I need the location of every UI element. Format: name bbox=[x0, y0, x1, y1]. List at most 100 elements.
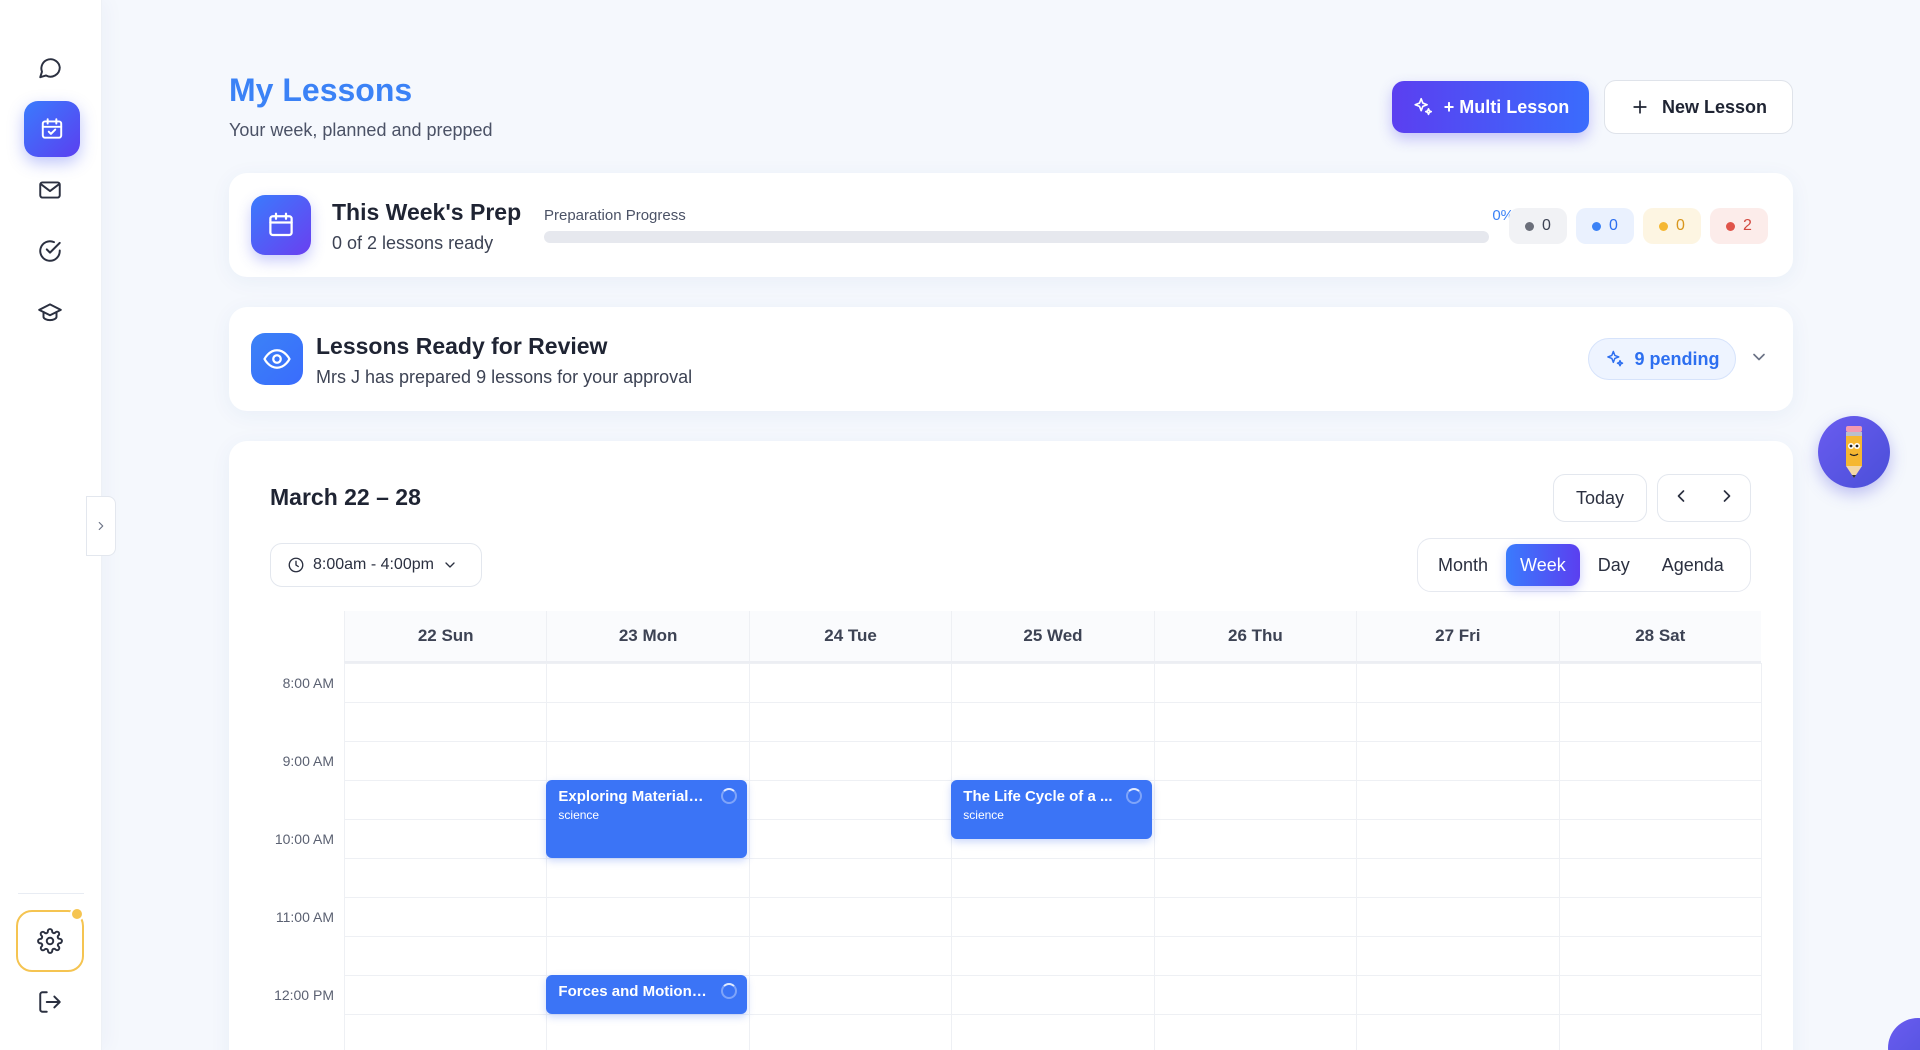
grid-row-line bbox=[344, 702, 1761, 703]
status-count: 0 bbox=[1676, 217, 1685, 234]
calendar-range: March 22 – 28 bbox=[270, 484, 421, 510]
loading-spinner-icon bbox=[720, 788, 737, 804]
prep-subtitle: 0 of 2 lessons ready bbox=[332, 233, 494, 253]
new-lesson-label: New Lesson bbox=[1661, 96, 1768, 117]
prev-week-button[interactable] bbox=[1671, 486, 1691, 511]
tab-agenda[interactable]: Agenda bbox=[1648, 544, 1738, 586]
sidebar-item-mail[interactable] bbox=[24, 164, 76, 216]
sidebar-divider bbox=[18, 893, 84, 894]
loading-spinner-icon bbox=[1125, 788, 1142, 804]
day-header[interactable]: 23 Mon bbox=[546, 611, 748, 661]
day-header[interactable]: 25 Wed bbox=[951, 611, 1153, 661]
chevron-left-icon bbox=[1677, 489, 1685, 502]
review-tile bbox=[251, 333, 303, 385]
sidebar-item-chat[interactable] bbox=[24, 42, 76, 94]
prep-tile bbox=[251, 195, 311, 255]
corner-decoration bbox=[1888, 1018, 1920, 1050]
sidebar-item-tasks[interactable] bbox=[24, 225, 76, 277]
day-header-row: 22 Sun 23 Mon 24 Tue 25 Wed 26 Thu 27 Fr… bbox=[344, 611, 1761, 663]
day-header[interactable]: 24 Tue bbox=[748, 611, 951, 661]
review-card[interactable]: Lessons Ready for Review Mrs J has prepa… bbox=[229, 307, 1793, 411]
multi-lesson-button[interactable]: + Multi Lesson bbox=[1392, 81, 1589, 133]
calendar-card: March 22 – 28 Today 8:00am - 4:00pm Mont… bbox=[229, 441, 1793, 1050]
grid-column-line bbox=[1761, 663, 1762, 1050]
clock-icon bbox=[288, 557, 304, 573]
lesson-event[interactable]: The Life Cycle of a ... science bbox=[951, 780, 1152, 839]
multi-lesson-label: + Multi Lesson bbox=[1443, 96, 1570, 117]
sidebar-item-learning[interactable] bbox=[24, 286, 76, 338]
sparkles-icon bbox=[1414, 97, 1432, 116]
graduation-cap-icon bbox=[38, 303, 62, 322]
status-dot bbox=[1525, 221, 1535, 231]
lesson-event[interactable]: Forces and Motion:... bbox=[546, 975, 747, 1014]
grid-row-line bbox=[344, 936, 1761, 937]
calendar-icon bbox=[269, 212, 293, 237]
status-dot bbox=[1726, 221, 1736, 231]
status-count: 2 bbox=[1743, 217, 1752, 234]
grid-column-line bbox=[344, 663, 345, 1050]
grid-row-line bbox=[344, 897, 1761, 898]
grid-column-line bbox=[748, 663, 750, 1050]
prep-title: This Week's Prep bbox=[332, 199, 522, 225]
today-button[interactable]: Today bbox=[1553, 474, 1647, 522]
status-dot bbox=[1659, 221, 1669, 231]
sidebar-expand-toggle[interactable] bbox=[86, 496, 116, 556]
event-subject: science bbox=[963, 808, 1004, 822]
progress-percent: 0% bbox=[1492, 207, 1514, 224]
time-label: 12:00 PM bbox=[274, 987, 334, 1003]
assistant-avatar[interactable] bbox=[1818, 416, 1890, 488]
chat-bubble-icon bbox=[39, 58, 61, 79]
calendar-nav bbox=[1657, 474, 1751, 522]
chevron-down-icon bbox=[1753, 353, 1765, 361]
new-lesson-button[interactable]: New Lesson bbox=[1604, 80, 1793, 134]
progress-bar bbox=[544, 231, 1489, 243]
status-count-unstarted: 0 bbox=[1509, 208, 1567, 244]
grid-column-line bbox=[1356, 663, 1358, 1050]
next-week-button[interactable] bbox=[1717, 486, 1737, 511]
week-grid: 22 Sun 23 Mon 24 Tue 25 Wed 26 Thu 27 Fr… bbox=[261, 611, 1762, 1050]
pending-label: 9 pending bbox=[1634, 348, 1720, 369]
grid-row-line bbox=[344, 741, 1761, 742]
day-header[interactable]: 22 Sun bbox=[344, 611, 546, 661]
eye-icon bbox=[263, 349, 291, 369]
day-header[interactable]: 28 Sat bbox=[1558, 611, 1761, 661]
time-label: 9:00 AM bbox=[282, 753, 334, 769]
grid-row-line bbox=[344, 1014, 1761, 1015]
event-title: The Life Cycle of a ... bbox=[963, 788, 1113, 805]
tab-week[interactable]: Week bbox=[1506, 544, 1580, 586]
calendar-icon bbox=[41, 118, 63, 139]
tab-day[interactable]: Day bbox=[1584, 544, 1644, 586]
notification-dot bbox=[70, 907, 84, 921]
day-header[interactable]: 26 Thu bbox=[1153, 611, 1356, 661]
grid-body[interactable]: Exploring Materials... science The Life Cy… bbox=[344, 663, 1762, 1050]
time-range-select[interactable]: 8:00am - 4:00pm bbox=[270, 543, 482, 587]
chevron-right-icon bbox=[98, 521, 104, 531]
time-range-value: 8:00am - 4:00pm bbox=[313, 556, 434, 573]
grid-column-line bbox=[951, 663, 953, 1050]
pending-badge[interactable]: 9 pending bbox=[1588, 338, 1736, 380]
review-title: Lessons Ready for Review bbox=[316, 333, 608, 359]
grid-column-line bbox=[1153, 663, 1155, 1050]
loading-spinner-icon bbox=[720, 983, 737, 999]
progress-label: Preparation Progress bbox=[544, 207, 686, 224]
mail-icon bbox=[39, 181, 61, 199]
chevron-down-icon bbox=[445, 562, 455, 568]
status-count: 0 bbox=[1542, 217, 1551, 234]
sparkles-icon bbox=[1606, 350, 1623, 367]
event-title: Exploring Materials... bbox=[558, 788, 709, 805]
weekly-prep-card: This Week's Prep 0 of 2 lessons ready Pr… bbox=[229, 173, 1793, 277]
day-header[interactable]: 27 Fri bbox=[1356, 611, 1558, 661]
status-count: 0 bbox=[1609, 217, 1618, 234]
status-count-pending: 0 bbox=[1643, 208, 1701, 244]
review-expand-toggle[interactable] bbox=[1749, 347, 1769, 372]
logout-icon bbox=[39, 991, 61, 1013]
review-subtitle: Mrs J has prepared 9 lessons for your ap… bbox=[316, 367, 693, 387]
status-dot bbox=[1592, 221, 1602, 231]
logout-button[interactable] bbox=[24, 976, 76, 1028]
sidebar-item-lessons[interactable] bbox=[24, 101, 80, 157]
gear-icon bbox=[37, 928, 63, 954]
grid-row-line bbox=[344, 858, 1761, 859]
tab-month[interactable]: Month bbox=[1424, 544, 1502, 586]
lesson-event[interactable]: Exploring Materials... science bbox=[546, 780, 747, 858]
event-subject: science bbox=[558, 808, 600, 822]
